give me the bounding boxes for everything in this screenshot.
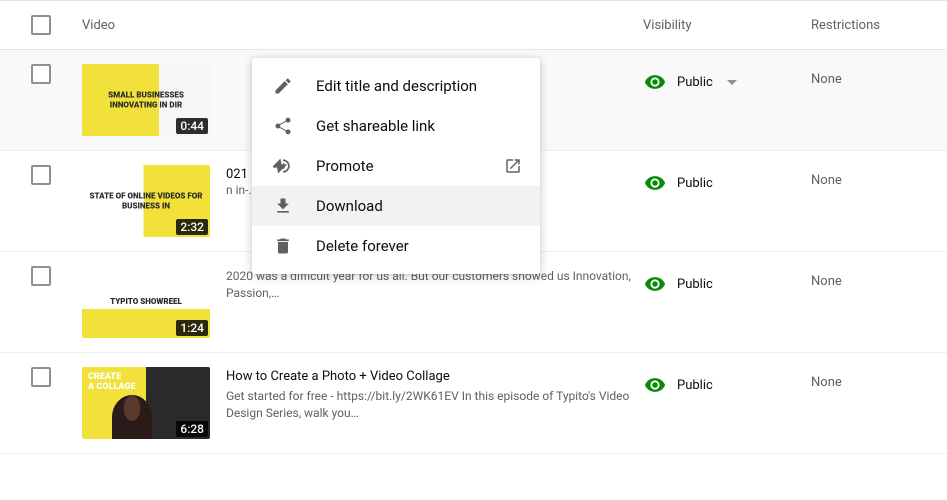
visibility-label: Public xyxy=(677,176,713,191)
visibility-selector: Public xyxy=(643,367,811,397)
visibility-selector[interactable]: Public xyxy=(643,64,811,94)
video-description: Get started for free - https://bit.ly/2W… xyxy=(226,388,643,422)
video-thumbnail[interactable]: STATE OF ONLINE VIDEOS FOR BUSINESS IN 2… xyxy=(82,165,210,237)
column-header-visibility[interactable]: Visibility xyxy=(643,18,811,33)
thumbnail-text: TYPITO SHOWREEL xyxy=(82,297,210,307)
visibility-label: Public xyxy=(677,75,713,90)
column-header-video[interactable]: Video xyxy=(82,18,643,33)
video-duration: 2:32 xyxy=(176,219,208,235)
row-checkbox[interactable] xyxy=(31,367,51,387)
visibility-public-icon xyxy=(643,373,667,397)
pencil-icon xyxy=(272,75,294,97)
restrictions-value: None xyxy=(811,165,947,188)
visibility-selector: Public xyxy=(643,165,811,195)
visibility-public-icon xyxy=(643,171,667,195)
video-duration: 1:24 xyxy=(176,320,208,336)
megaphone-icon xyxy=(272,155,294,177)
thumbnail-text: STATE OF ONLINE VIDEOS FOR BUSINESS IN xyxy=(82,191,210,210)
video-duration: 6:28 xyxy=(176,421,208,437)
menu-item-edit[interactable]: Edit title and description xyxy=(252,66,540,106)
menu-item-label: Edit title and description xyxy=(316,77,477,95)
video-thumbnail[interactable]: CREATEA COLLAGE 6:28 xyxy=(82,367,210,439)
video-thumbnail[interactable]: TYPITO SHOWREEL 1:24 xyxy=(82,266,210,338)
restrictions-value: None xyxy=(811,64,947,87)
chevron-down-icon xyxy=(727,80,737,85)
video-thumbnail[interactable]: SMALL BUSINESSES INNOVATING IN DIR 0:44 xyxy=(82,64,210,136)
video-duration: 0:44 xyxy=(176,118,208,134)
restrictions-value: None xyxy=(811,367,947,390)
menu-item-label: Get shareable link xyxy=(316,117,435,135)
row-checkbox[interactable] xyxy=(31,64,51,84)
menu-item-delete[interactable]: Delete forever xyxy=(252,226,540,266)
download-icon xyxy=(272,195,294,217)
menu-item-share[interactable]: Get shareable link xyxy=(252,106,540,146)
visibility-label: Public xyxy=(677,378,713,393)
trash-icon xyxy=(272,235,294,257)
menu-item-label: Promote xyxy=(316,157,374,175)
video-row[interactable]: CREATEA COLLAGE 6:28 How to Create a Pho… xyxy=(0,353,947,454)
video-title[interactable]: How to Create a Photo + Video Collage xyxy=(226,369,643,384)
external-link-icon xyxy=(502,155,524,177)
video-row[interactable]: SMALL BUSINESSES INNOVATING IN DIR 0:44 … xyxy=(0,50,947,151)
context-menu: Edit title and description Get shareable… xyxy=(252,58,540,274)
share-icon xyxy=(272,115,294,137)
visibility-selector: Public xyxy=(643,266,811,296)
row-checkbox[interactable] xyxy=(31,266,51,286)
restrictions-value: None xyxy=(811,266,947,289)
visibility-public-icon xyxy=(643,272,667,296)
row-checkbox[interactable] xyxy=(31,165,51,185)
menu-item-label: Delete forever xyxy=(316,237,409,255)
visibility-public-icon xyxy=(643,70,667,94)
menu-item-promote[interactable]: Promote xyxy=(252,146,540,186)
menu-item-label: Download xyxy=(316,197,383,215)
table-header: Video Visibility Restrictions xyxy=(0,0,947,50)
menu-item-download[interactable]: Download xyxy=(252,186,540,226)
select-all-checkbox[interactable] xyxy=(31,15,51,35)
thumbnail-text: SMALL BUSINESSES INNOVATING IN DIR xyxy=(82,90,210,109)
visibility-label: Public xyxy=(677,277,713,292)
column-header-restrictions[interactable]: Restrictions xyxy=(811,18,947,33)
